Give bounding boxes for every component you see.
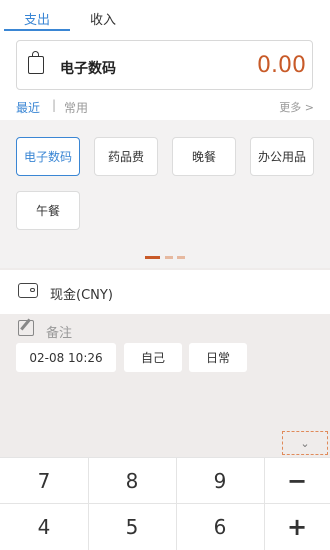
category-chip[interactable]: 电子数码 [16,137,80,176]
key-7[interactable]: 7 [3,458,85,504]
selected-category-name: 电子数码 [60,61,116,77]
key-8[interactable]: 8 [91,458,173,504]
wallet-icon [18,283,38,298]
tag-button[interactable]: 日常 [189,343,247,372]
note-input[interactable]: 备注 [46,322,72,341]
key-plus[interactable]: + [256,504,330,550]
subtab-recent[interactable]: 最近 [16,99,40,116]
keypad-divider [176,457,177,550]
subtab-divider: | [52,98,57,112]
subtab-common[interactable]: 常用 [64,99,88,116]
shopping-bag-icon [28,51,44,74]
tab-indicator [4,29,70,31]
key-4[interactable]: 4 [3,504,85,550]
category-chip[interactable]: 午餐 [16,191,80,230]
tab-expense[interactable]: 支出 [24,9,50,28]
category-chip[interactable]: 晚餐 [172,137,236,176]
edit-icon [18,320,34,336]
key-5[interactable]: 5 [91,504,173,550]
category-chip[interactable]: 药品费 [94,137,158,176]
category-chip[interactable]: 办公用品 [250,137,314,176]
page-indicator [177,256,185,259]
tab-income[interactable]: 收入 [90,9,116,28]
page-indicator-active [145,256,160,259]
member-button[interactable]: 自己 [124,343,182,372]
key-6[interactable]: 6 [179,504,261,550]
page-indicator [165,256,173,259]
collapse-keypad-button[interactable]: ⌄ [282,431,328,455]
datetime-button[interactable]: 02-08 10:26 [16,343,116,372]
chevron-down-icon: ⌄ [300,436,310,450]
account-label: 现金(CNY) [50,288,113,303]
amount-display[interactable]: 0.00 [257,53,306,78]
key-minus[interactable]: − [256,458,330,504]
keypad-divider [88,457,89,550]
more-link[interactable]: 更多 > [279,99,314,115]
key-9[interactable]: 9 [179,458,261,504]
